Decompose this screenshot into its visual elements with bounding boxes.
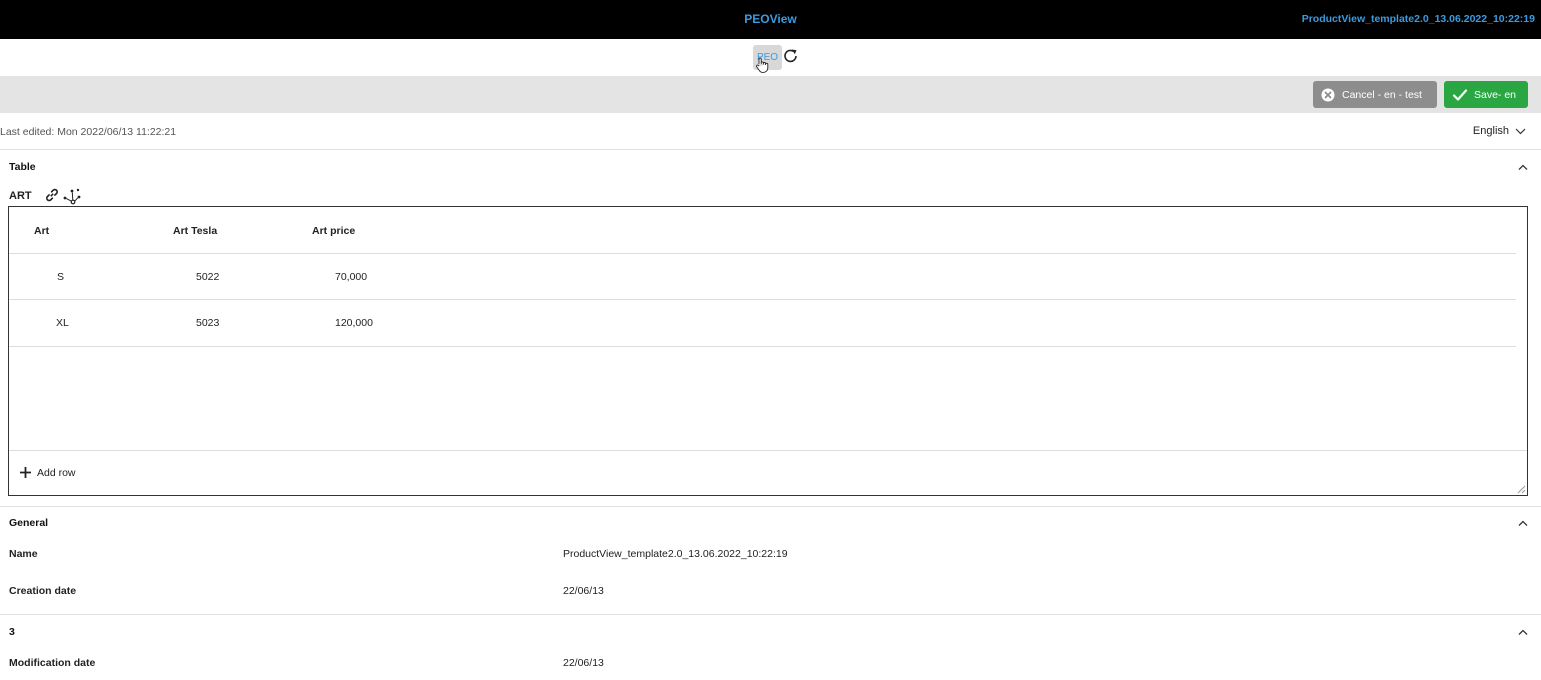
table-cell[interactable]: S <box>57 271 64 283</box>
table-cell[interactable]: 70,000 <box>335 271 367 283</box>
row-divider <box>9 299 1516 300</box>
column-header-art-tesla[interactable]: Art Tesla <box>173 225 217 237</box>
save-button-label: Save- en <box>1474 88 1517 101</box>
collapse-chevron-icon[interactable] <box>1517 519 1529 527</box>
chevron-down-icon <box>1515 128 1526 134</box>
row-divider <box>9 346 1516 347</box>
row-divider <box>9 253 1516 254</box>
modification-date-value: 22/06/13 <box>563 657 604 669</box>
divider <box>0 149 1541 150</box>
checkmark-icon <box>1452 88 1468 101</box>
table-cell[interactable]: XL <box>56 317 69 329</box>
row-divider <box>9 450 1527 451</box>
divider <box>0 506 1541 507</box>
section-title-3: 3 <box>9 626 15 638</box>
add-row-label: Add row <box>37 466 76 479</box>
cancel-button-label: Cancel - en - test <box>1342 88 1422 101</box>
language-select[interactable]: English <box>1473 125 1526 137</box>
link-icon[interactable] <box>44 187 60 203</box>
top-bar: PEOView ProductView_template2.0_13.06.20… <box>0 0 1541 39</box>
column-header-art[interactable]: Art <box>34 225 49 237</box>
refresh-icon[interactable] <box>782 47 800 65</box>
table-label: ART <box>9 190 32 202</box>
creation-date-value: 22/06/13 <box>563 585 604 597</box>
name-value: ProductView_template2.0_13.06.2022_10:22… <box>563 548 788 560</box>
divider <box>0 614 1541 615</box>
language-value: English <box>1472 125 1509 137</box>
section-title-general: General <box>9 517 49 529</box>
cancel-button[interactable]: Cancel - en - test <box>1313 81 1437 108</box>
icon-bar: PEO <box>0 39 1541 76</box>
save-button[interactable]: Save- en <box>1444 81 1528 108</box>
last-edited-text: Last edited: Mon 2022/06/13 11:22:21 <box>0 126 177 138</box>
plus-icon <box>20 467 31 478</box>
section-title-table: Table <box>9 161 36 173</box>
art-table: Art Art Tesla Art price S 5022 70,000 XL… <box>8 206 1528 496</box>
creation-date-label: Creation date <box>9 585 77 597</box>
cancel-circle-icon <box>1321 88 1335 101</box>
table-cell[interactable]: 120,000 <box>335 317 373 329</box>
name-label: Name <box>9 548 38 560</box>
resize-grip-icon[interactable] <box>1516 484 1526 494</box>
column-header-art-price[interactable]: Art price <box>312 225 355 237</box>
collapse-chevron-icon[interactable] <box>1517 163 1529 171</box>
action-bar: Cancel - en - test Save- en <box>0 76 1541 113</box>
collapse-chevron-icon[interactable] <box>1517 628 1529 636</box>
table-cell[interactable]: 5022 <box>196 271 219 283</box>
hand-cursor-icon <box>756 57 769 73</box>
modification-date-label: Modification date <box>9 657 96 669</box>
table-cell[interactable]: 5023 <box>196 317 219 329</box>
add-row-button[interactable]: Add row <box>19 466 76 479</box>
graph-icon[interactable] <box>62 187 82 205</box>
document-title: ProductView_template2.0_13.06.2022_10:22… <box>1301 13 1535 25</box>
